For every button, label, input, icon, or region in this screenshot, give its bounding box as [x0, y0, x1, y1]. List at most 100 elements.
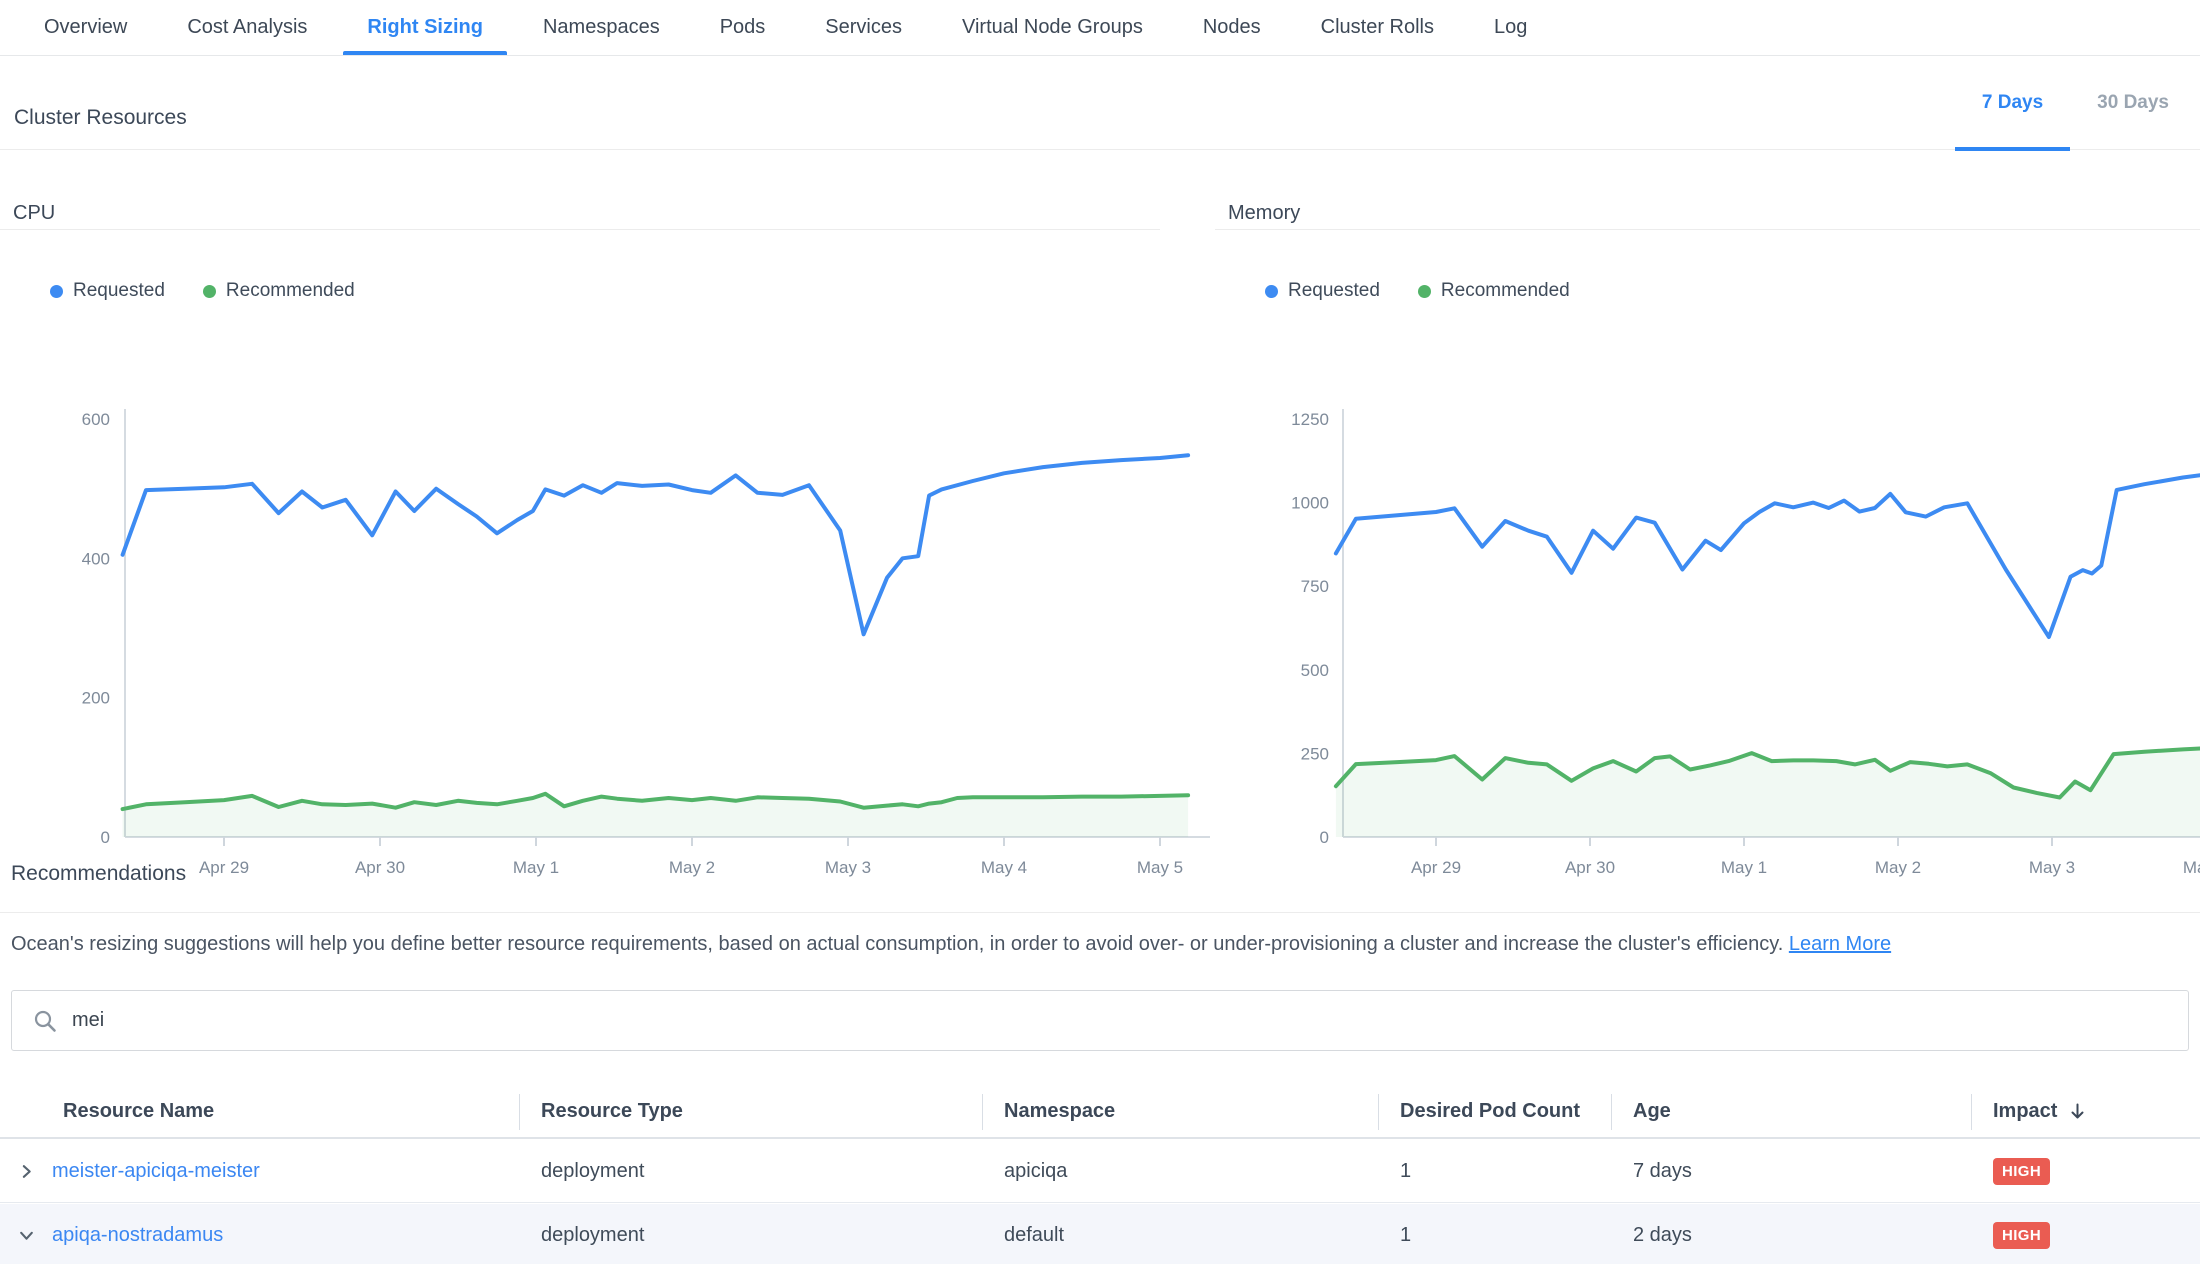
legend-label-requested: Requested	[1288, 280, 1380, 302]
resource-type-cell: deployment	[519, 1141, 982, 1202]
column-header-resource-name[interactable]: Resource Name	[0, 1085, 519, 1137]
tab-overview[interactable]: Overview	[14, 0, 157, 55]
svg-text:May 1: May 1	[513, 858, 559, 877]
column-header-namespace[interactable]: Namespace	[982, 1085, 1378, 1137]
legend-dot-requested	[50, 285, 63, 298]
cpu-chart-divider	[0, 229, 1160, 230]
memory-chart-divider	[1215, 229, 2200, 230]
period-toggle: 7 Days30 Days	[1955, 56, 2196, 149]
memory-chart-panel: MemoryRequestedRecommended02505007501000…	[1215, 196, 2200, 796]
svg-text:May 4: May 4	[2183, 858, 2200, 877]
age-cell: 7 days	[1611, 1141, 1971, 1202]
age-cell: 2 days	[1611, 1204, 1971, 1264]
svg-text:1250: 1250	[1291, 410, 1329, 429]
svg-text:May 5: May 5	[1137, 858, 1183, 877]
namespace-cell: apiciqa	[982, 1141, 1378, 1202]
legend-item-recommended: Recommended	[1418, 280, 1570, 302]
tab-right-sizing[interactable]: Right Sizing	[337, 0, 513, 55]
svg-text:Apr 30: Apr 30	[355, 858, 405, 877]
svg-text:1000: 1000	[1291, 494, 1329, 513]
sort-descending-icon	[2069, 1102, 2086, 1121]
namespace-cell: default	[982, 1204, 1378, 1264]
impact-badge: HIGH	[1993, 1158, 2050, 1185]
memory-chart: 025050075010001250Apr 29Apr 30May 1May 2…	[1265, 404, 2200, 884]
recommendations-description-text: Ocean's resizing suggestions will help y…	[11, 933, 1789, 955]
right-sizing-page: OverviewCost AnalysisRight SizingNamespa…	[0, 0, 2200, 1264]
column-header-resource-type[interactable]: Resource Type	[519, 1085, 982, 1137]
cpu-chart-title: CPU	[13, 202, 55, 225]
table-header-row: Resource Name Resource Type Namespace Desir…	[0, 1085, 2200, 1139]
legend-dot-recommended	[203, 285, 216, 298]
legend-label-recommended: Recommended	[1441, 280, 1570, 302]
svg-text:Apr 29: Apr 29	[1411, 858, 1461, 877]
legend-item-requested: Requested	[50, 280, 165, 302]
tab-namespaces[interactable]: Namespaces	[513, 0, 690, 55]
period-30-days[interactable]: 30 Days	[2070, 56, 2196, 149]
memory-chart-title: Memory	[1228, 202, 1300, 225]
resource-name-link[interactable]: meister-apiciqa-meister	[52, 1160, 260, 1183]
svg-text:0: 0	[101, 828, 110, 847]
svg-text:May 4: May 4	[981, 858, 1027, 877]
svg-text:250: 250	[1301, 744, 1329, 763]
legend-dot-requested	[1265, 285, 1278, 298]
column-header-label-desired-pod-count: Desired Pod Count	[1400, 1100, 1580, 1123]
resource-type-cell: deployment	[519, 1204, 982, 1264]
chevron-right-icon[interactable]	[0, 1163, 52, 1180]
svg-text:600: 600	[82, 410, 110, 429]
legend-label-requested: Requested	[73, 280, 165, 302]
column-header-desired-pod-count[interactable]: Desired Pod Count	[1378, 1085, 1611, 1137]
recommendations-description: Ocean's resizing suggestions will help y…	[11, 933, 2180, 956]
recommendations-title: Recommendations	[11, 862, 186, 886]
tab-cluster-rolls[interactable]: Cluster Rolls	[1291, 0, 1464, 55]
legend-item-recommended: Recommended	[203, 280, 355, 302]
resource-name-link[interactable]: apiqa-nostradamus	[52, 1224, 223, 1247]
svg-text:Apr 30: Apr 30	[1565, 858, 1615, 877]
tab-nodes[interactable]: Nodes	[1173, 0, 1291, 55]
svg-text:200: 200	[82, 689, 110, 708]
desired-pod-count-cell: 1	[1378, 1141, 1611, 1202]
svg-text:May 1: May 1	[1721, 858, 1767, 877]
tab-log[interactable]: Log	[1464, 0, 1557, 55]
cluster-resources-header: Cluster Resources 7 Days30 Days	[0, 56, 2200, 150]
column-header-impact[interactable]: Impact	[1971, 1085, 2200, 1137]
svg-text:May 2: May 2	[1875, 858, 1921, 877]
table-row[interactable]: apiqa-nostradamus deploymentdefault12 day…	[0, 1204, 2200, 1264]
cpu-chart-legend: RequestedRecommended0200400600Apr 29Apr …	[50, 280, 355, 302]
svg-text:500: 500	[1301, 661, 1329, 680]
memory-chart-legend: RequestedRecommended025050075010001250Ap…	[1265, 280, 1570, 302]
column-header-label-namespace: Namespace	[1004, 1100, 1115, 1123]
column-header-label-age: Age	[1633, 1100, 1671, 1123]
search-icon	[33, 1009, 57, 1033]
impact-cell: HIGH	[1971, 1204, 2200, 1264]
search-input[interactable]	[72, 1009, 2188, 1032]
cpu-chart: 0200400600Apr 29Apr 30May 1May 2May 3May…	[50, 404, 1210, 884]
resource-name-cell: meister-apiciqa-meister	[0, 1141, 519, 1202]
column-header-label-resource-name: Resource Name	[63, 1100, 214, 1123]
tab-bar: OverviewCost AnalysisRight SizingNamespa…	[0, 0, 2200, 56]
column-header-label-impact: Impact	[1993, 1100, 2057, 1123]
svg-text:May 3: May 3	[2029, 858, 2075, 877]
recommendations-divider	[0, 912, 2200, 913]
svg-text:0: 0	[1320, 828, 1329, 847]
search-box	[11, 990, 2189, 1051]
tab-virtual-node-groups[interactable]: Virtual Node Groups	[932, 0, 1173, 55]
legend-item-requested: Requested	[1265, 280, 1380, 302]
column-header-label-resource-type: Resource Type	[541, 1100, 683, 1123]
chevron-down-icon[interactable]	[0, 1227, 52, 1244]
tab-pods[interactable]: Pods	[690, 0, 796, 55]
learn-more-link[interactable]: Learn More	[1789, 933, 1891, 955]
svg-text:Apr 29: Apr 29	[199, 858, 249, 877]
svg-text:May 3: May 3	[825, 858, 871, 877]
tab-cost-analysis[interactable]: Cost Analysis	[157, 0, 337, 55]
svg-text:May 2: May 2	[669, 858, 715, 877]
desired-pod-count-cell: 1	[1378, 1204, 1611, 1264]
column-header-age[interactable]: Age	[1611, 1085, 1971, 1137]
tab-services[interactable]: Services	[795, 0, 932, 55]
impact-badge: HIGH	[1993, 1222, 2050, 1249]
impact-cell: HIGH	[1971, 1141, 2200, 1202]
cpu-chart-panel: CPURequestedRecommended0200400600Apr 29A…	[0, 196, 1160, 796]
table-row[interactable]: meister-apiciqa-meister deploymentapiciqa…	[0, 1141, 2200, 1203]
resource-name-cell: apiqa-nostradamus	[0, 1204, 519, 1264]
period-7-days[interactable]: 7 Days	[1955, 56, 2070, 149]
legend-dot-recommended	[1418, 285, 1431, 298]
